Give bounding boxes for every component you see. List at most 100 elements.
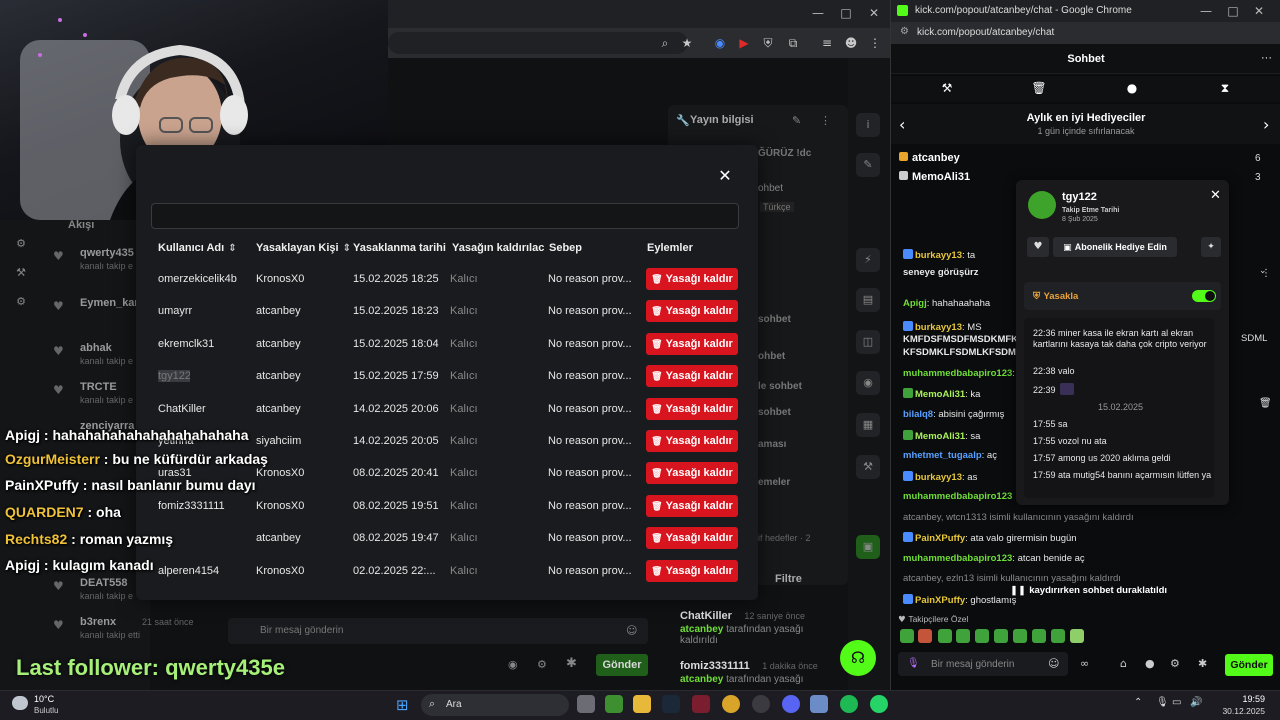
emote[interactable] xyxy=(1051,629,1065,643)
settings-icon[interactable]: ⚙ xyxy=(537,658,547,671)
next-arrow-icon[interactable]: › xyxy=(1263,115,1269,134)
shield-extension-icon[interactable]: ⛨ xyxy=(759,34,777,52)
site-info-icon[interactable]: ⚙ xyxy=(900,26,909,37)
chat-icon[interactable]: ◉ xyxy=(508,658,518,671)
edit-icon[interactable]: ✎ xyxy=(792,114,801,127)
unban-button[interactable]: 🗑 Yasağı kaldır xyxy=(646,494,738,517)
close-window-icon[interactable]: ✕ xyxy=(1249,4,1269,18)
gifter-row[interactable]: MemoAli31 xyxy=(899,171,970,183)
trash-icon[interactable]: 🗑 xyxy=(1031,81,1047,95)
taskbar-search[interactable] xyxy=(421,694,569,716)
extensions-icon[interactable]: ⧉ xyxy=(784,34,802,52)
chat-username[interactable]: burkayy13 xyxy=(915,322,962,333)
emote[interactable] xyxy=(1013,629,1027,643)
settings-icon[interactable]: ⚙ xyxy=(1170,657,1180,670)
emote[interactable] xyxy=(900,629,914,643)
sort-icon[interactable]: ⇕ xyxy=(228,243,236,254)
youtube-extension-icon[interactable]: ▶ xyxy=(735,34,753,52)
close-icon[interactable]: ✕ xyxy=(1210,188,1221,203)
puzzle-icon[interactable]: ✱ xyxy=(566,656,577,671)
more-icon[interactable]: ⋮ xyxy=(820,114,831,127)
user-card-name[interactable]: tgy122 xyxy=(1062,191,1097,203)
minecraft-icon[interactable] xyxy=(605,695,623,713)
chat-username[interactable]: burkayy13 xyxy=(915,250,962,261)
ban-toggle[interactable] xyxy=(1192,290,1216,302)
volume-icon[interactable]: 🔊 xyxy=(1190,697,1202,708)
chat-username[interactable]: PainXPuffy xyxy=(915,595,965,606)
chat-username[interactable]: MemoAli31 xyxy=(915,431,965,442)
chat-username[interactable]: Apigj xyxy=(903,298,927,309)
chat-message[interactable]: PainXPuffy: ata valo girermisin bugün xyxy=(903,532,1275,544)
extension-wave-icon[interactable]: ◉ xyxy=(711,34,729,52)
unban-button[interactable]: 🗑 Yasağı kaldır xyxy=(646,559,738,582)
gifter-row[interactable]: atcanbey xyxy=(899,152,960,164)
zoom-icon[interactable]: ⌕ xyxy=(656,34,674,52)
media-icon[interactable]: ≡ xyxy=(818,34,836,52)
clock-date[interactable]: 30.12.2025 xyxy=(1215,706,1265,716)
collapse-icon[interactable]: ⌄ xyxy=(1259,265,1267,276)
column-header-username[interactable]: Kullanıcı Adı ⇕ xyxy=(158,242,237,254)
pin-icon[interactable]: ✦ xyxy=(1201,237,1221,257)
steam-icon[interactable] xyxy=(662,695,680,713)
unban-button[interactable]: 🗑 Yasağı kaldır xyxy=(646,332,738,355)
obs-icon[interactable] xyxy=(752,695,770,713)
chat-username[interactable]: muhammedbabapiro123 xyxy=(903,491,1012,502)
discord-icon[interactable] xyxy=(782,695,800,713)
mic-tray-icon[interactable]: 🎙 xyxy=(1156,697,1169,708)
chat-settings-icon[interactable]: ● xyxy=(1145,657,1155,670)
unban-button[interactable]: 🗑 Yasağı kaldır xyxy=(646,462,738,485)
tray-chevron-icon[interactable]: ⌃ xyxy=(1134,697,1142,708)
weather-desc[interactable]: Bulutlu xyxy=(34,706,58,715)
unban-button[interactable]: 🗑 Yasağı kaldır xyxy=(646,527,738,550)
support-icon[interactable]: ☊ xyxy=(840,640,876,676)
cloud-icon[interactable] xyxy=(12,696,28,710)
weather-temp[interactable]: 10°C xyxy=(34,694,54,704)
chat-username[interactable]: burkayy13 xyxy=(915,472,962,483)
menu-kebab-icon[interactable]: ⋮ xyxy=(866,34,884,52)
whatsapp-icon[interactable] xyxy=(870,695,888,713)
close-window-icon[interactable]: ✕ xyxy=(864,6,884,20)
pencil-icon[interactable]: ✎ xyxy=(856,153,880,177)
mic-icon[interactable]: 🎙 xyxy=(907,658,920,669)
broadcast-icon[interactable]: ◉ xyxy=(856,371,880,395)
task-view-icon[interactable] xyxy=(577,695,595,713)
modal-close-icon[interactable]: ✕ xyxy=(716,167,734,185)
profile-avatar-icon[interactable]: ☻ xyxy=(842,34,860,52)
chrome-icon[interactable] xyxy=(722,695,740,713)
address-bar[interactable] xyxy=(388,32,688,54)
puzzle-icon[interactable]: ✱ xyxy=(1198,657,1207,670)
sidebar-tool-icon[interactable]: ⚒ xyxy=(14,266,28,280)
follow-heart-button[interactable]: ♥ xyxy=(1027,237,1049,257)
sidebar-gear-icon[interactable]: ⚙ xyxy=(14,237,28,251)
panel-icon[interactable]: ▤ xyxy=(856,288,880,312)
valorant-icon[interactable] xyxy=(692,695,710,713)
maximize-icon[interactable]: □ xyxy=(1223,4,1243,18)
chat-username[interactable]: MemoAli31 xyxy=(915,389,965,400)
sort-icon[interactable]: ⇕ xyxy=(343,243,351,254)
filter-label[interactable]: Filtre xyxy=(775,573,802,585)
emote[interactable] xyxy=(975,629,989,643)
unban-button[interactable]: 🗑 Yasağı kaldır xyxy=(646,300,738,323)
chat-username[interactable]: bilalq8 xyxy=(903,409,933,420)
emote[interactable] xyxy=(1070,629,1084,643)
chat-bubble-icon[interactable]: ● xyxy=(1124,81,1140,95)
emote[interactable] xyxy=(956,629,970,643)
emote[interactable] xyxy=(1032,629,1046,643)
hourglass-icon[interactable]: ⧗ xyxy=(1217,81,1233,96)
minimize-icon[interactable]: — xyxy=(808,6,828,20)
emoji-icon[interactable]: ☺ xyxy=(626,624,637,637)
tool-icon[interactable]: ⚒ xyxy=(856,455,880,479)
gavel-icon[interactable]: ⚒ xyxy=(939,81,955,95)
unban-button[interactable]: 🗑 Yasağı kaldır xyxy=(646,365,738,388)
layout-icon[interactable]: ▦ xyxy=(856,413,880,437)
unban-button[interactable]: 🗑 Yasağı kaldır xyxy=(646,397,738,420)
chat-bubble-icon[interactable]: ◫ xyxy=(856,330,880,354)
maximize-icon[interactable]: □ xyxy=(836,6,856,20)
send-button[interactable]: Gönder xyxy=(1225,654,1273,676)
chat-username[interactable]: muhammedbabapiro123 xyxy=(903,553,1012,564)
info-icon[interactable]: i xyxy=(856,113,880,137)
chat-username[interactable]: PainXPuffy xyxy=(915,533,965,544)
link-icon[interactable]: ∞ xyxy=(1080,657,1089,670)
unban-button[interactable]: 🗑 Yasağı kaldır xyxy=(646,268,738,290)
chat-menu-icon[interactable]: ··· xyxy=(1261,52,1272,64)
